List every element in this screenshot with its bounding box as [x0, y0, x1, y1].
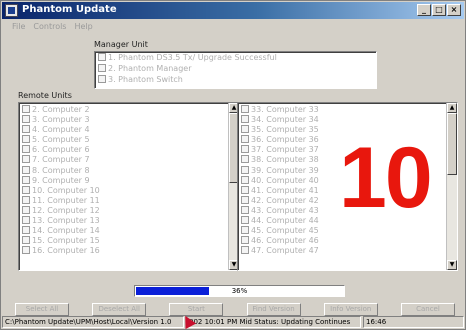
find-version-button[interactable]: Find Version — [246, 303, 301, 316]
checkbox[interactable] — [241, 135, 249, 144]
checkbox[interactable] — [22, 145, 30, 154]
status-bar: C:\Phantom Update\UPM\Host\Local\Version… — [2, 316, 464, 328]
deselect-all-button[interactable]: Deselect All — [92, 303, 147, 316]
remote-units-left-rows: 2. Computer 2 3. Computer 3 4. Computer 45… — [19, 105, 228, 256]
remote-unit-item[interactable]: 4. Computer 4 — [19, 125, 228, 135]
menu-file[interactable]: File — [12, 20, 25, 34]
remote-unit-item[interactable]: 14. Computer 14 — [19, 226, 228, 236]
checkbox[interactable] — [241, 216, 249, 225]
checkbox[interactable] — [241, 155, 249, 164]
remote-unit-item[interactable]: 3. Computer 3 — [19, 115, 228, 125]
remote-unit-item[interactable]: 46. Computer 46 — [238, 236, 446, 246]
remote-unit-item[interactable]: 9. Computer 9 — [19, 175, 228, 186]
remote-units-list-left[interactable]: 2. Computer 2 3. Computer 3 4. Computer 45… — [18, 102, 240, 271]
manager-unit-list[interactable]: 1. Phantom DS3.5 Tx/ Upgrade Successful … — [94, 51, 377, 89]
checkbox[interactable] — [241, 236, 249, 245]
progress-percent: 36% — [231, 287, 248, 295]
menu-help[interactable]: Help — [74, 20, 92, 34]
checkbox[interactable] — [241, 205, 249, 214]
checkbox[interactable] — [22, 195, 30, 204]
checkbox[interactable] — [22, 226, 30, 235]
checkbox[interactable] — [241, 246, 249, 255]
maximize-icon[interactable]: □ — [432, 4, 446, 16]
checkbox[interactable] — [22, 105, 30, 113]
remote-unit-item[interactable]: 7. Computer 7 — [19, 155, 228, 165]
checkbox[interactable] — [241, 145, 249, 154]
manager-unit-item[interactable]: 1. Phantom DS3.5 Tx/ Upgrade Successful — [95, 52, 376, 63]
checkbox[interactable] — [22, 135, 30, 144]
remote-unit-item[interactable]: 11. Computer 11 — [19, 195, 228, 206]
scroll-down-icon[interactable]: ▼ — [447, 260, 457, 270]
menu-controls[interactable]: Controls — [33, 20, 66, 34]
status-file-path: C:\Phantom Update\UPM\Host\Local\Version… — [2, 316, 184, 328]
checkbox[interactable] — [22, 125, 30, 134]
remote-unit-item[interactable]: 13. Computer 13 — [19, 216, 228, 226]
phantom-update-window: Phantom Update _ □ × File Controls Help … — [0, 0, 466, 330]
checkbox[interactable] — [98, 64, 106, 72]
checkbox[interactable] — [241, 115, 249, 124]
remote-unit-item[interactable]: 2. Computer 2 — [19, 105, 228, 115]
window-controls: _ □ × — [417, 4, 461, 16]
checkbox[interactable] — [22, 165, 30, 174]
checkbox[interactable] — [22, 175, 30, 184]
update-progress-bar: 36% — [134, 285, 345, 297]
checkbox[interactable] — [22, 205, 30, 214]
checkbox[interactable] — [98, 75, 106, 83]
app-icon — [5, 4, 18, 17]
checkbox[interactable] — [241, 195, 249, 204]
step-number-overlay: 10 — [339, 130, 433, 226]
close-icon[interactable]: × — [447, 4, 461, 16]
start-button[interactable]: Start — [169, 303, 224, 316]
status-info: 002 10:01 PM Mid Status: Updating Contin… — [186, 316, 361, 328]
remote-unit-item[interactable]: 16. Computer 16 — [19, 246, 228, 256]
status-time: 16:46 — [363, 316, 464, 328]
manager-unit-label: Manager Unit — [94, 40, 148, 49]
checkbox[interactable] — [22, 246, 30, 255]
checkbox[interactable] — [22, 185, 30, 194]
remote-units-label: Remote Units — [18, 91, 72, 100]
right-scroll-thumb[interactable] — [447, 113, 457, 175]
remote-unit-item[interactable]: 5. Computer 5 — [19, 135, 228, 145]
checkbox[interactable] — [98, 53, 106, 61]
manager-unit-item[interactable]: 2. Phantom Manager — [95, 63, 376, 74]
remote-unit-item[interactable]: 6. Computer 6 — [19, 145, 228, 155]
remote-unit-item[interactable]: 34. Computer 34 — [238, 115, 446, 125]
remote-unit-item[interactable]: 8. Computer 8 — [19, 165, 228, 176]
scroll-up-icon[interactable]: ▲ — [447, 103, 457, 113]
action-buttons: Select All Deselect All Start Find Versi… — [15, 303, 455, 316]
checkbox[interactable] — [241, 105, 249, 113]
checkbox[interactable] — [22, 115, 30, 124]
checkbox[interactable] — [241, 165, 249, 174]
checkbox[interactable] — [241, 226, 249, 235]
remote-unit-item[interactable]: 47. Computer 47 — [238, 246, 446, 256]
remote-unit-item[interactable]: 45. Computer 45 — [238, 226, 446, 236]
minimize-icon[interactable]: _ — [417, 4, 431, 16]
checkbox[interactable] — [22, 216, 30, 225]
title-bar: Phantom Update _ □ × — [2, 2, 464, 19]
cancel-button[interactable]: Cancel — [400, 303, 455, 316]
menu-bar: File Controls Help — [2, 20, 93, 34]
info-version-button[interactable]: Info Version — [323, 303, 378, 316]
remote-unit-item[interactable]: 12. Computer 12 — [19, 205, 228, 216]
manager-unit-item[interactable]: 3. Phantom Switch — [95, 74, 376, 85]
remote-unit-item[interactable]: 15. Computer 15 — [19, 236, 228, 246]
select-all-button[interactable]: Select All — [15, 303, 69, 316]
checkbox[interactable] — [241, 175, 249, 184]
checkbox[interactable] — [241, 185, 249, 194]
remote-unit-item[interactable]: 10. Computer 10 — [19, 185, 228, 196]
checkbox[interactable] — [22, 236, 30, 245]
checkbox[interactable] — [241, 125, 249, 134]
checkbox[interactable] — [22, 155, 30, 164]
window-title: Phantom Update — [22, 4, 117, 15]
right-scrollbar[interactable]: ▲ ▼ — [446, 103, 457, 270]
remote-unit-item[interactable]: 33. Computer 33 — [238, 105, 446, 115]
